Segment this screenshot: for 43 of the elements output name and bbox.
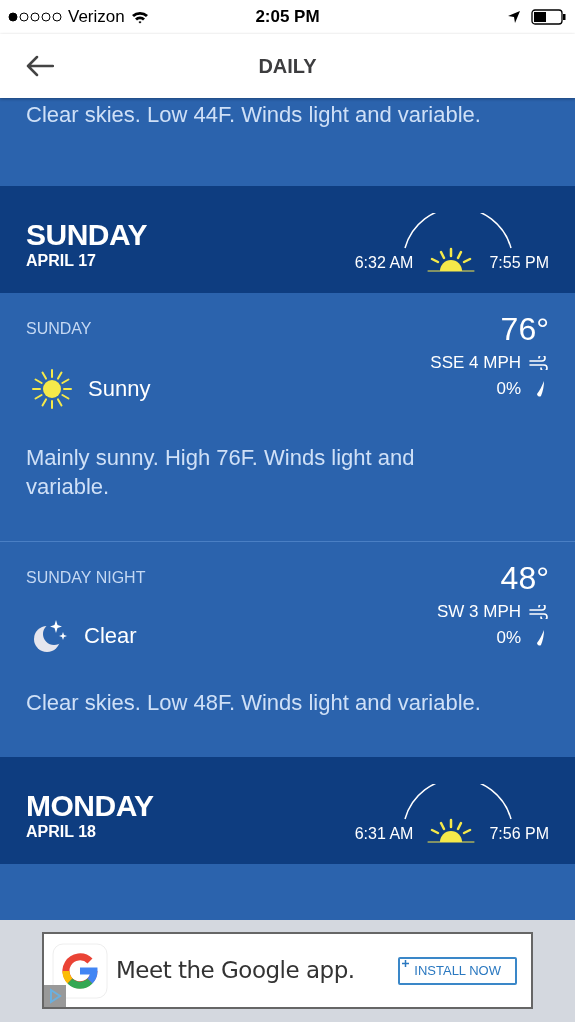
- app-logo-icon: [52, 942, 108, 999]
- plus-icon: [402, 959, 410, 967]
- sun-arc-icon: [402, 784, 513, 820]
- day-name: SUNDAY: [26, 219, 147, 251]
- condition-text: Sunny: [88, 376, 151, 402]
- day-date: APRIL 18: [26, 822, 97, 842]
- period-description: Clear skies. Low 48F. Winds light and variable.: [26, 689, 482, 717]
- condition-text: Clear: [84, 623, 137, 649]
- carrier-name: Verizon: [68, 6, 125, 29]
- raindrop-icon: [535, 380, 545, 398]
- sun-arc-icon: [402, 213, 513, 249]
- wifi-icon: [130, 10, 149, 24]
- period-label: SUNDAY NIGHT: [26, 568, 146, 588]
- install-button[interactable]: INSTALL NOW: [398, 956, 517, 985]
- back-arrow-icon: [26, 55, 54, 77]
- precip-chance: 0%: [496, 627, 521, 649]
- ad-text: Meet the Google app.: [116, 956, 355, 986]
- battery-icon: [531, 9, 567, 25]
- sunrise-icon: [427, 818, 476, 844]
- page-title: DAILY: [258, 54, 317, 79]
- wind-icon: [529, 605, 549, 619]
- wind-speed: SSE 4 MPH: [430, 352, 521, 374]
- period-label: SUNDAY: [26, 319, 93, 339]
- temperature: 48°: [500, 560, 549, 596]
- period-description: Mainly sunny. High 76F. Winds light and variable.: [26, 444, 416, 501]
- day-date: APRIL 17: [26, 251, 97, 271]
- sunset-time: 7:55 PM: [489, 253, 549, 273]
- raindrop-icon: [535, 629, 545, 647]
- sunrise-time: 6:31 AM: [354, 824, 414, 844]
- wind-speed: SW 3 MPH: [436, 601, 521, 623]
- sunrise-time: 6:32 AM: [354, 253, 414, 273]
- clock: 2:05 PM: [255, 6, 320, 29]
- signal-icon: [8, 12, 62, 22]
- temperature: 76°: [500, 311, 549, 347]
- ad-choices-icon: [44, 985, 66, 1007]
- sunrise-icon: [427, 247, 476, 273]
- sunset-time: 7:56 PM: [489, 824, 549, 844]
- sun-icon: [32, 369, 72, 409]
- period-description: Clear skies. Low 44F. Winds light and variable.: [26, 101, 482, 129]
- wind-icon: [529, 356, 549, 370]
- location-arrow-icon: [507, 10, 521, 24]
- precip-chance: 0%: [496, 378, 521, 400]
- day-name: MONDAY: [26, 790, 154, 822]
